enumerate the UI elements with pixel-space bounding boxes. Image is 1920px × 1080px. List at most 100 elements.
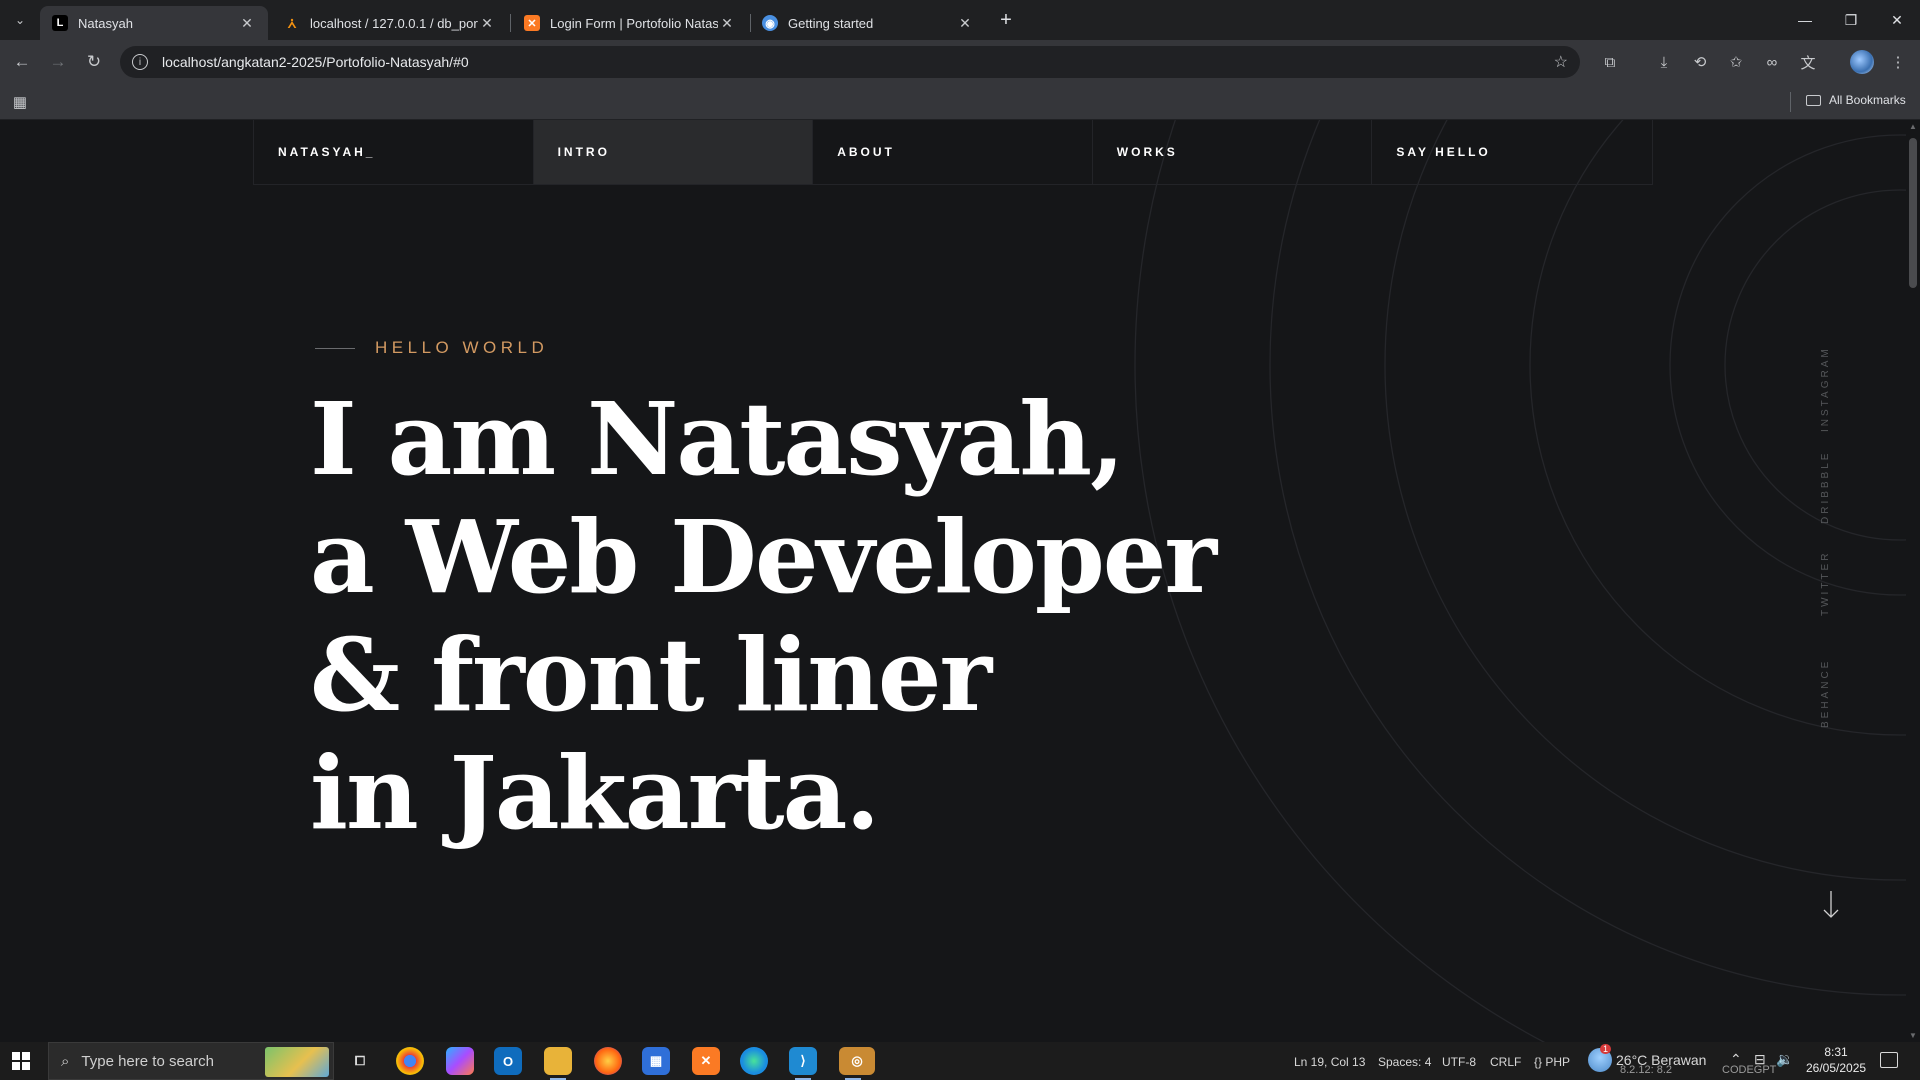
scroll-up-arrow-icon[interactable]: ▲	[1908, 122, 1918, 131]
edge-icon[interactable]	[740, 1047, 768, 1075]
bookmarks-divider	[1790, 92, 1791, 112]
xampp-icon: ✕	[524, 15, 540, 31]
nav-say-hello[interactable]: SAY HELLO	[1372, 120, 1652, 184]
all-bookmarks-button[interactable]: All Bookmarks	[1806, 93, 1906, 107]
tab-login-form[interactable]: ✕ Login Form | Portofolio Natasya ✕	[512, 6, 748, 40]
bookmark-star-icon[interactable]: ☆	[1554, 52, 1568, 72]
tab-title: Getting started	[788, 15, 874, 31]
page-viewport: NATASYAH_ INTRO ABOUT WORKS SAY HELLO HE…	[0, 120, 1906, 1042]
history-icon[interactable]: ⟲	[1688, 50, 1712, 74]
windows-taskbar: ⌕ Type here to search ⧠ O ▦ ✕ ⟩ ◎ Ln 19,…	[0, 1042, 1920, 1080]
new-tab-button[interactable]: +	[994, 8, 1018, 32]
tab-bar: ⌄ L Natasyah ✕ ⩑ localhost / 127.0.0.1 /…	[0, 0, 1920, 40]
close-tab-icon[interactable]: ✕	[956, 15, 974, 32]
network-icon[interactable]: ⊟	[1754, 1051, 1766, 1068]
search-icon: ⌕	[61, 1052, 70, 1070]
volume-icon[interactable]: 🔉	[1776, 1051, 1793, 1068]
search-highlight-image	[265, 1047, 329, 1077]
editor-cursor-position[interactable]: Ln 19, Col 13	[1294, 1055, 1365, 1069]
tab-search-icon[interactable]: ⌄	[8, 8, 32, 32]
browser-toolbar: ← → ↻ i localhost/angkatan2-2025/Portofo…	[0, 40, 1920, 84]
bookmarks-bar: ▦ All Bookmarks	[0, 84, 1920, 120]
scroll-thumb[interactable]	[1909, 138, 1917, 288]
site-favicon-icon: L	[52, 15, 68, 31]
headline-line: a Web Developer	[310, 498, 1217, 616]
minimize-button[interactable]: ―	[1782, 6, 1828, 34]
tab-natasyah[interactable]: L Natasyah ✕	[40, 6, 268, 40]
tab-divider	[510, 14, 511, 32]
editor-encoding[interactable]: UTF-8	[1442, 1055, 1476, 1069]
nav-works[interactable]: WORKS	[1093, 120, 1373, 184]
back-icon[interactable]: ←	[10, 50, 34, 74]
link-icon[interactable]: ∞	[1760, 50, 1784, 74]
social-twitter-link[interactable]: TWITTER	[1820, 551, 1831, 616]
apps-grid-icon[interactable]: ▦	[10, 92, 30, 112]
chrome-active-icon[interactable]: ◎	[839, 1047, 875, 1080]
firefox-icon[interactable]	[594, 1047, 622, 1075]
headline-line: & front liner	[310, 616, 992, 734]
windows-start-icon[interactable]	[12, 1052, 30, 1070]
file-explorer-icon[interactable]	[544, 1047, 572, 1080]
task-view-icon[interactable]: ⧠	[346, 1047, 374, 1075]
all-bookmarks-label: All Bookmarks	[1829, 93, 1906, 107]
favorites-icon[interactable]: ✩	[1724, 50, 1748, 74]
page-scrollbar[interactable]: ▲ ▼	[1906, 120, 1920, 1042]
notifications-icon[interactable]	[1880, 1052, 1898, 1068]
extensions-icon[interactable]: ⧉	[1598, 50, 1622, 74]
tab-title: Login Form | Portofolio Natasya	[550, 15, 718, 31]
url-text[interactable]: localhost/angkatan2-2025/Portofolio-Nata…	[162, 54, 469, 70]
nav-logo[interactable]: NATASYAH_	[254, 120, 534, 184]
social-dribbble-link[interactable]: DRIBBBLE	[1820, 451, 1831, 524]
globe-icon: ◉	[762, 15, 778, 31]
intro-eyebrow: HELLO WORLD	[315, 338, 548, 358]
close-tab-icon[interactable]: ✕	[238, 15, 256, 32]
editor-indent[interactable]: Spaces: 4	[1378, 1055, 1431, 1069]
nav-about[interactable]: ABOUT	[813, 120, 1093, 184]
folder-icon	[1806, 94, 1821, 106]
nav-intro[interactable]: INTRO	[533, 120, 814, 184]
search-placeholder: Type here to search	[81, 1052, 214, 1070]
close-window-button[interactable]: ✕	[1874, 6, 1920, 34]
scroll-down-arrow-icon[interactable]: ▼	[1908, 1031, 1918, 1040]
tab-title: localhost / 127.0.0.1 / db_porto	[310, 15, 478, 31]
headline-line: I am Natasyah,	[310, 380, 1125, 498]
downloads-icon[interactable]: ⤓	[1652, 50, 1676, 74]
xampp-taskbar-icon[interactable]: ✕	[692, 1047, 720, 1075]
editor-eol[interactable]: CRLF	[1490, 1055, 1521, 1069]
social-behance-link[interactable]: BEHANCE	[1820, 659, 1831, 728]
tray-chevron-icon[interactable]: ⌃	[1730, 1051, 1742, 1068]
restore-button[interactable]: ❐	[1828, 6, 1874, 34]
hero-headline: I am Natasyah, a Web Developer & front l…	[310, 380, 1217, 852]
clock-time: 8:31	[1824, 1045, 1848, 1059]
site-navigation: NATASYAH_ INTRO ABOUT WORKS SAY HELLO	[253, 120, 1653, 185]
profile-avatar[interactable]	[1850, 50, 1874, 74]
chrome-icon[interactable]	[396, 1047, 424, 1075]
tab-getting-started[interactable]: ◉ Getting started ✕	[750, 6, 986, 40]
copilot-icon[interactable]	[446, 1047, 474, 1075]
eyebrow-line	[315, 347, 355, 349]
reload-icon[interactable]: ↻	[82, 50, 106, 74]
menu-icon[interactable]: ⋮	[1886, 50, 1910, 74]
close-tab-icon[interactable]: ✕	[478, 15, 496, 32]
vscode-icon[interactable]: ⟩	[789, 1047, 817, 1080]
microsoft-store-icon[interactable]: ▦	[642, 1047, 670, 1075]
eyebrow-text: HELLO WORLD	[375, 338, 549, 357]
weather-badge: 1	[1600, 1044, 1612, 1054]
headline-line: in Jakarta.	[310, 734, 880, 852]
tab-title: Natasyah	[78, 15, 133, 31]
outlook-icon[interactable]: O	[494, 1047, 522, 1075]
forward-icon[interactable]: →	[46, 50, 70, 74]
close-tab-icon[interactable]: ✕	[718, 15, 736, 32]
scroll-down-icon[interactable]	[1822, 890, 1840, 920]
social-instagram-link[interactable]: INSTAGRAM	[1820, 346, 1831, 432]
tab-phpmyadmin[interactable]: ⩑ localhost / 127.0.0.1 / db_porto ✕	[272, 6, 508, 40]
phpmyadmin-icon: ⩑	[287, 14, 297, 31]
site-info-icon[interactable]: i	[132, 54, 148, 70]
editor-language[interactable]: {} PHP	[1534, 1055, 1570, 1069]
php-version: 8.2.12: 8.2	[1620, 1064, 1672, 1076]
address-bar[interactable]: i localhost/angkatan2-2025/Portofolio-Na…	[120, 46, 1580, 78]
translate-icon[interactable]: 文	[1796, 50, 1820, 74]
clock-date: 26/05/2025	[1806, 1061, 1867, 1075]
system-clock[interactable]: 8:31 26/05/2025	[1806, 1044, 1866, 1076]
taskbar-search[interactable]: ⌕ Type here to search	[48, 1042, 334, 1080]
